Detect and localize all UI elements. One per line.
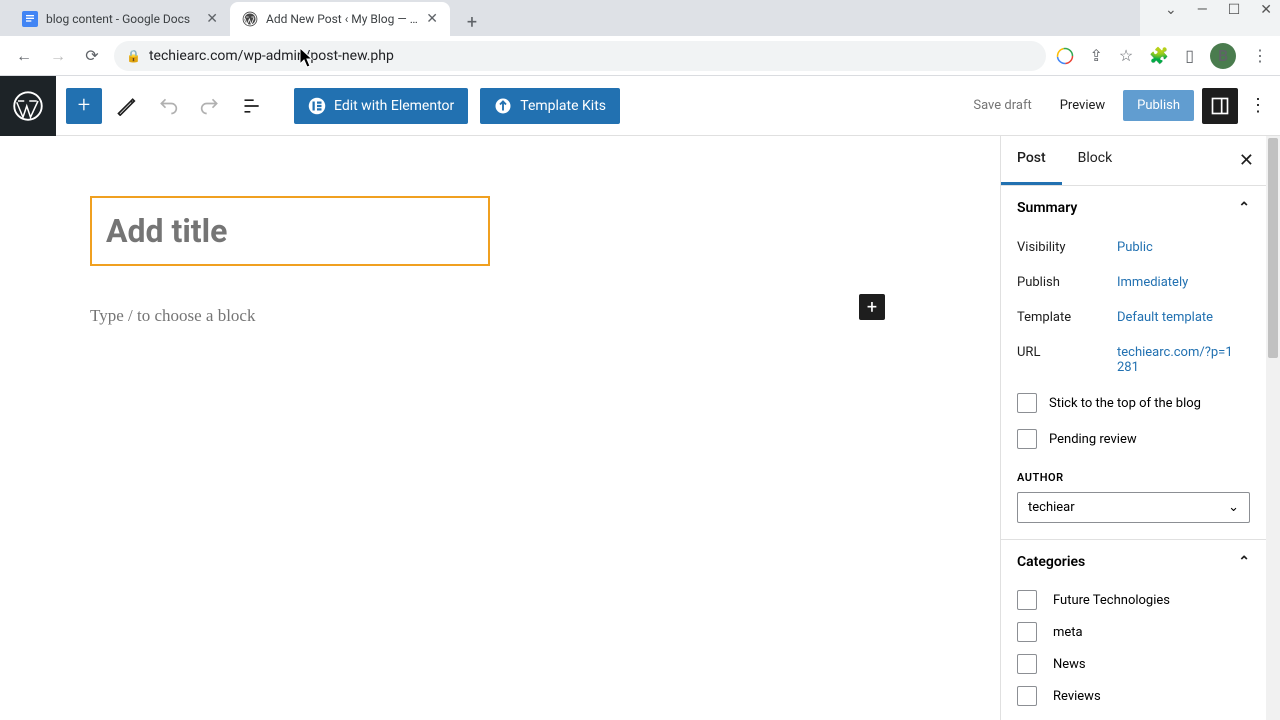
close-sidebar-icon[interactable]: ✕ [1227, 136, 1266, 185]
reload-icon[interactable]: ⟳ [80, 46, 104, 65]
browser-tab-wordpress[interactable]: Add New Post ‹ My Blog — Wor ✕ [230, 2, 450, 36]
categories-panel-header[interactable]: Categories ⌃ [1001, 540, 1266, 584]
stick-top-row[interactable]: Stick to the top of the blog [1017, 385, 1250, 421]
edit-with-elementor-button[interactable]: Edit with Elementor [294, 88, 468, 124]
wordpress-logo-icon [13, 91, 43, 121]
pending-review-checkbox[interactable] [1017, 429, 1037, 449]
maximize-icon[interactable]: ☐ [1228, 2, 1241, 18]
scrollbar-thumb[interactable] [1268, 138, 1278, 358]
save-draft-button[interactable]: Save draft [963, 90, 1041, 121]
close-window-icon[interactable]: ✕ [1260, 2, 1272, 18]
chevron-down-icon: ⌄ [1228, 500, 1239, 515]
tab-post[interactable]: Post [1001, 136, 1062, 185]
wp-editor-toolbar: + Edit with Elementor Template Kits Save… [0, 76, 1280, 136]
tools-icon[interactable] [108, 88, 144, 124]
sidebar-tabs: Post Block ✕ [1001, 136, 1266, 186]
wp-logo[interactable] [0, 76, 56, 136]
browser-right-icons: ⇪ ☆ 🧩 ▯ B ⋮ [1056, 43, 1268, 69]
tab-block[interactable]: Block [1062, 136, 1129, 185]
category-checkbox[interactable] [1017, 590, 1037, 610]
lock-icon: 🔒 [126, 49, 141, 63]
chevron-up-icon: ⌃ [1238, 200, 1250, 216]
author-select[interactable]: techiear ⌄ [1017, 492, 1250, 523]
browser-tab-gdocs[interactable]: blog content - Google Docs ✕ [10, 2, 230, 36]
elementor-icon [308, 97, 326, 115]
category-row[interactable]: Future Technologies [1017, 584, 1250, 616]
pending-review-row[interactable]: Pending review [1017, 421, 1250, 457]
template-row: Template Default template [1017, 300, 1250, 335]
document-overview-icon[interactable] [234, 88, 270, 124]
new-tab-button[interactable]: + [458, 8, 486, 36]
preview-button[interactable]: Preview [1050, 90, 1115, 121]
panel-icon[interactable]: ▯ [1185, 46, 1194, 65]
forward-icon[interactable]: → [46, 46, 70, 66]
post-title-input[interactable]: Add title [90, 196, 490, 266]
chevron-up-icon: ⌃ [1238, 554, 1250, 570]
summary-panel: Summary ⌃ Visibility Public Publish Imme… [1001, 186, 1266, 540]
url-text: techiearc.com/wp-admin/post-new.php [149, 48, 394, 64]
stick-top-checkbox[interactable] [1017, 393, 1037, 413]
browser-menu-icon[interactable]: ⋮ [1252, 46, 1268, 65]
category-checkbox[interactable] [1017, 686, 1037, 706]
profile-avatar[interactable]: B [1210, 43, 1236, 69]
template-kits-button[interactable]: Template Kits [480, 88, 620, 124]
url-row: URL techiearc.com/?p=1281 [1017, 335, 1250, 385]
tab-title: Add New Post ‹ My Blog — Wor [266, 12, 418, 26]
undo-icon[interactable] [150, 88, 186, 124]
tab-close-icon[interactable]: ✕ [206, 11, 218, 27]
categories-panel: Categories ⌃ Future Technologies meta Ne… [1001, 540, 1266, 720]
publish-button[interactable]: Publish [1123, 90, 1194, 121]
google-icon[interactable] [1056, 47, 1074, 65]
bookmark-icon[interactable]: ☆ [1119, 46, 1133, 65]
url-input[interactable]: 🔒 techiearc.com/wp-admin/post-new.php [114, 41, 1046, 71]
add-block-inline-button[interactable]: + [859, 294, 885, 320]
summary-panel-header[interactable]: Summary ⌃ [1001, 186, 1266, 230]
redo-icon[interactable] [192, 88, 228, 124]
category-row[interactable]: News [1017, 648, 1250, 680]
tab-strip: blog content - Google Docs ✕ Add New Pos… [0, 0, 1140, 36]
category-checkbox[interactable] [1017, 622, 1037, 642]
tab-search-icon[interactable]: ⌄ [1165, 2, 1177, 18]
visibility-value[interactable]: Public [1117, 240, 1153, 255]
author-label: AUTHOR [1017, 471, 1250, 484]
settings-panel-toggle[interactable] [1202, 88, 1238, 124]
extensions-icon[interactable]: 🧩 [1149, 46, 1169, 65]
more-options-icon[interactable]: ⋮ [1246, 95, 1270, 116]
minimize-icon[interactable]: — [1197, 2, 1208, 18]
editor-canvas[interactable]: Add title Type / to choose a block + [0, 136, 1000, 720]
add-block-toolbar-button[interactable]: + [66, 88, 102, 124]
template-value[interactable]: Default template [1117, 310, 1213, 325]
tab-close-icon[interactable]: ✕ [426, 11, 438, 27]
gdoc-favicon-icon [22, 11, 38, 27]
tab-title: blog content - Google Docs [46, 12, 198, 26]
publish-value[interactable]: Immediately [1117, 275, 1188, 290]
block-prompt[interactable]: Type / to choose a block [90, 306, 940, 326]
editor-workspace: Add title Type / to choose a block + Pos… [0, 136, 1280, 720]
address-bar: ← → ⟳ 🔒 techiearc.com/wp-admin/post-new.… [0, 36, 1280, 76]
template-kits-icon [494, 97, 512, 115]
url-value[interactable]: techiearc.com/?p=1281 [1117, 345, 1237, 375]
scrollbar-track[interactable] [1266, 136, 1280, 720]
category-row[interactable]: meta [1017, 616, 1250, 648]
category-checkbox[interactable] [1017, 654, 1037, 674]
share-icon[interactable]: ⇪ [1090, 46, 1103, 65]
settings-sidebar: Post Block ✕ Summary ⌃ Visibility Public… [1000, 136, 1280, 720]
category-row[interactable]: Reviews [1017, 680, 1250, 712]
wp-favicon-icon [242, 11, 258, 27]
visibility-row: Visibility Public [1017, 230, 1250, 265]
publish-row: Publish Immediately [1017, 265, 1250, 300]
back-icon[interactable]: ← [12, 46, 36, 66]
